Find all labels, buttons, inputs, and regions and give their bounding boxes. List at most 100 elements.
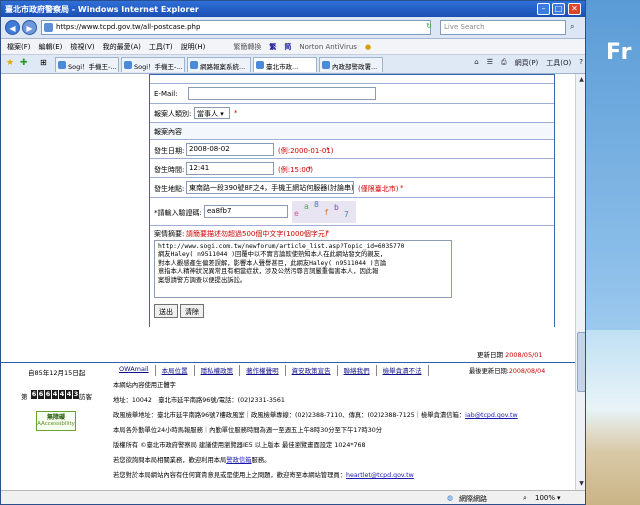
footer-left: 自85年12月15日起 第 6 6 6 4 4 4 3 訪客 無障礙 AAcce…: [1, 363, 111, 490]
email-label: E-Mail:: [154, 90, 178, 98]
help-icon[interactable]: ?: [579, 58, 583, 68]
close-button[interactable]: ✕: [568, 3, 581, 15]
tab-label: Sogi！手機王-...: [68, 63, 117, 71]
reporter-type-value: 當事人: [197, 110, 218, 118]
page-updated: 更新日期 2008/05/01: [477, 349, 543, 359]
submit-button[interactable]: 送出: [154, 304, 178, 318]
zoom-level[interactable]: 100%: [535, 494, 555, 502]
scroll-down-icon[interactable]: ▼: [577, 479, 585, 488]
globe-icon: ◍: [447, 494, 454, 502]
refresh-icon[interactable]: ↻: [426, 22, 432, 30]
search-input[interactable]: Live Search: [440, 20, 566, 35]
location-input[interactable]: 東南路一段390號8F之4，手機王網站何服器(討論串): [186, 181, 354, 194]
admin-email-link[interactable]: heartlet@tcpd.gov.tw: [346, 472, 414, 479]
print-icon[interactable]: ⎙: [501, 58, 507, 68]
form-row-time: 發生時間: 12:41 (例:15:00) *: [150, 159, 554, 178]
browser-window: 臺北市政府警察局 - Windows Internet Explorer – □…: [0, 0, 586, 505]
link-copyright[interactable]: 著作權聲明: [240, 365, 286, 376]
tab-npa[interactable]: 內政部警政署...: [319, 57, 383, 72]
norton-label[interactable]: Norton AntiVirus: [299, 43, 357, 51]
url-input[interactable]: https://www.tcpd.gov.tw/all-postcase.php: [41, 20, 431, 35]
norton-icon[interactable]: ●: [365, 43, 371, 51]
captcha-image: e a 8 f b 7: [292, 200, 356, 223]
status-bar: ◍ 網際網路 ⌕ 100% ▾: [1, 490, 585, 504]
form-row-reporter: 報案人類別: 當事人 ▾ *: [150, 104, 554, 123]
counter-digit: 6: [45, 390, 51, 399]
scroll-thumb[interactable]: [577, 332, 585, 392]
footer-address: 地址：10042 臺北市延平南路96號/電話：(02)2331-3561: [113, 397, 285, 404]
zoom-icon[interactable]: ⌕: [523, 494, 527, 503]
feeds-icon[interactable]: ☰: [487, 58, 493, 68]
captcha-input[interactable]: ea8fb7: [204, 205, 288, 218]
footer-feedback: 若您對於本局網站內容有任何寶貴意見或是使用上之問題，歡迎寄至本網站管理員：hea…: [113, 470, 573, 479]
link-owamail[interactable]: OWAmail: [113, 365, 156, 376]
mailbox-link[interactable]: 警政信箱: [226, 457, 251, 464]
url-text: https://www.tcpd.gov.tw/all-postcase.php: [56, 23, 201, 31]
captcha-char: b: [334, 203, 339, 212]
address-bar: ◀ ▶ https://www.tcpd.gov.tw/all-postcase…: [1, 17, 585, 39]
reporter-type-select[interactable]: 當事人 ▾: [194, 107, 230, 119]
zone-label: 網際網路: [459, 495, 487, 503]
favorites-star-icon[interactable]: ★: [6, 58, 14, 68]
search-placeholder: Live Search: [444, 23, 485, 31]
accessibility-badge[interactable]: 無障礙 AAccessibility: [36, 411, 76, 431]
required-star: *: [326, 146, 330, 154]
page-content: E-Mail: 報案人類別: 當事人 ▾ * 報案內容 發生日期: 2008-0…: [1, 74, 575, 490]
menu-favorites[interactable]: 我的最愛(A): [103, 42, 141, 52]
tab-sogi-1[interactable]: Sogi！手機王-...: [55, 57, 119, 72]
footer-copyright: 版權所有 ©臺北市政府警察局 建議使用瀏覽器IE5 以上版本 最佳瀏覽畫面設定 …: [113, 442, 366, 449]
translate-simplified[interactable]: 简: [284, 42, 291, 52]
tab-label: Sogi！手機王-...: [134, 63, 183, 71]
report-form: E-Mail: 報案人類別: 當事人 ▾ * 報案內容 發生日期: 2008-0…: [149, 74, 555, 327]
back-icon[interactable]: ◀: [5, 20, 20, 35]
link-privacy[interactable]: 隱私權政策: [195, 365, 241, 376]
footer-right: OWAmail 本局位置 隱私權政策 著作權聲明 資安政策宣告 聯絡我們 檢舉貪…: [113, 363, 573, 490]
form-row-location: 發生地點: 東南路一段390號8F之4，手機王網站何服器(討論串) (僅限臺北市…: [150, 178, 554, 198]
link-contact[interactable]: 聯絡我們: [338, 365, 377, 376]
time-value: 12:41: [189, 164, 210, 172]
counter-digit: 4: [66, 390, 72, 399]
link-security-policy[interactable]: 資安政策宣告: [286, 365, 338, 376]
date-input[interactable]: 2008-08-02: [186, 143, 274, 156]
tab-sogi-2[interactable]: Sogi！手機王-...: [121, 57, 185, 72]
search-icon[interactable]: ⌕: [570, 22, 574, 32]
tab-list-icon[interactable]: ⊞: [40, 58, 47, 67]
vertical-scrollbar[interactable]: ▲ ▼: [575, 74, 585, 490]
tab-favicon: [58, 61, 66, 69]
scroll-up-icon[interactable]: ▲: [577, 75, 585, 84]
page-icon: [44, 23, 53, 32]
minimize-button[interactable]: –: [537, 3, 550, 15]
add-favorite-icon[interactable]: ✚: [20, 58, 28, 68]
menu-file[interactable]: 檔案(F): [7, 42, 31, 52]
zoom-dropdown-icon[interactable]: ▾: [557, 494, 561, 502]
menu-bar: 檔案(F) 編輯(E) 檢視(V) 我的最愛(A) 工具(T) 說明(H) 繁簡…: [1, 39, 585, 55]
menu-view[interactable]: 檢視(V): [70, 42, 94, 52]
clear-button[interactable]: 清除: [180, 304, 204, 318]
site-footer: 自85年12月15日起 第 6 6 6 4 4 4 3 訪客 無障礙 AAcce…: [1, 362, 575, 490]
link-report-corruption[interactable]: 檢舉貪瀆不法: [377, 365, 429, 376]
maximize-button[interactable]: □: [552, 3, 565, 15]
visitor-counter: 6 6 6 4 4 4 3: [31, 390, 79, 399]
menu-tools[interactable]: 工具(T): [149, 42, 173, 52]
reporter-type-label: 報案人類別:: [154, 110, 192, 118]
page-menu[interactable]: 網頁(P): [515, 58, 539, 68]
time-input[interactable]: 12:41: [186, 162, 274, 175]
forward-icon[interactable]: ▶: [22, 20, 37, 35]
translate-traditional[interactable]: 繁: [269, 42, 276, 52]
report-email-link[interactable]: iab@tcpd.gov.tw: [465, 412, 518, 419]
tools-menu[interactable]: 工具(O): [546, 58, 571, 68]
form-row-date: 發生日期: 2008-08-02 (例:2000-01-01) *: [150, 140, 554, 159]
menu-help[interactable]: 說明(H): [181, 42, 206, 52]
desktop-wallpaper-beach: [586, 330, 640, 505]
updated-value: 2008/05/01: [505, 351, 543, 359]
link-location[interactable]: 本局位置: [156, 365, 195, 376]
tab-tcpd[interactable]: 臺北市政...: [253, 57, 317, 72]
tab-report-system[interactable]: 網路報案系統...: [187, 57, 251, 72]
home-icon[interactable]: ⌂: [474, 58, 478, 68]
email-input[interactable]: [188, 87, 376, 100]
mailbox-suffix: 服務。: [251, 457, 271, 464]
summary-textarea[interactable]: http://www.sogi.com.tw/newforum/article_…: [154, 240, 452, 298]
menu-edit[interactable]: 編輯(E): [39, 42, 63, 52]
footer-hours: 本局各外勤單位24小時馬報服務｜內勤單位服務時間為週一至週五上午8時30分至下午…: [113, 427, 383, 434]
visitor-prefix: 第: [21, 393, 28, 401]
